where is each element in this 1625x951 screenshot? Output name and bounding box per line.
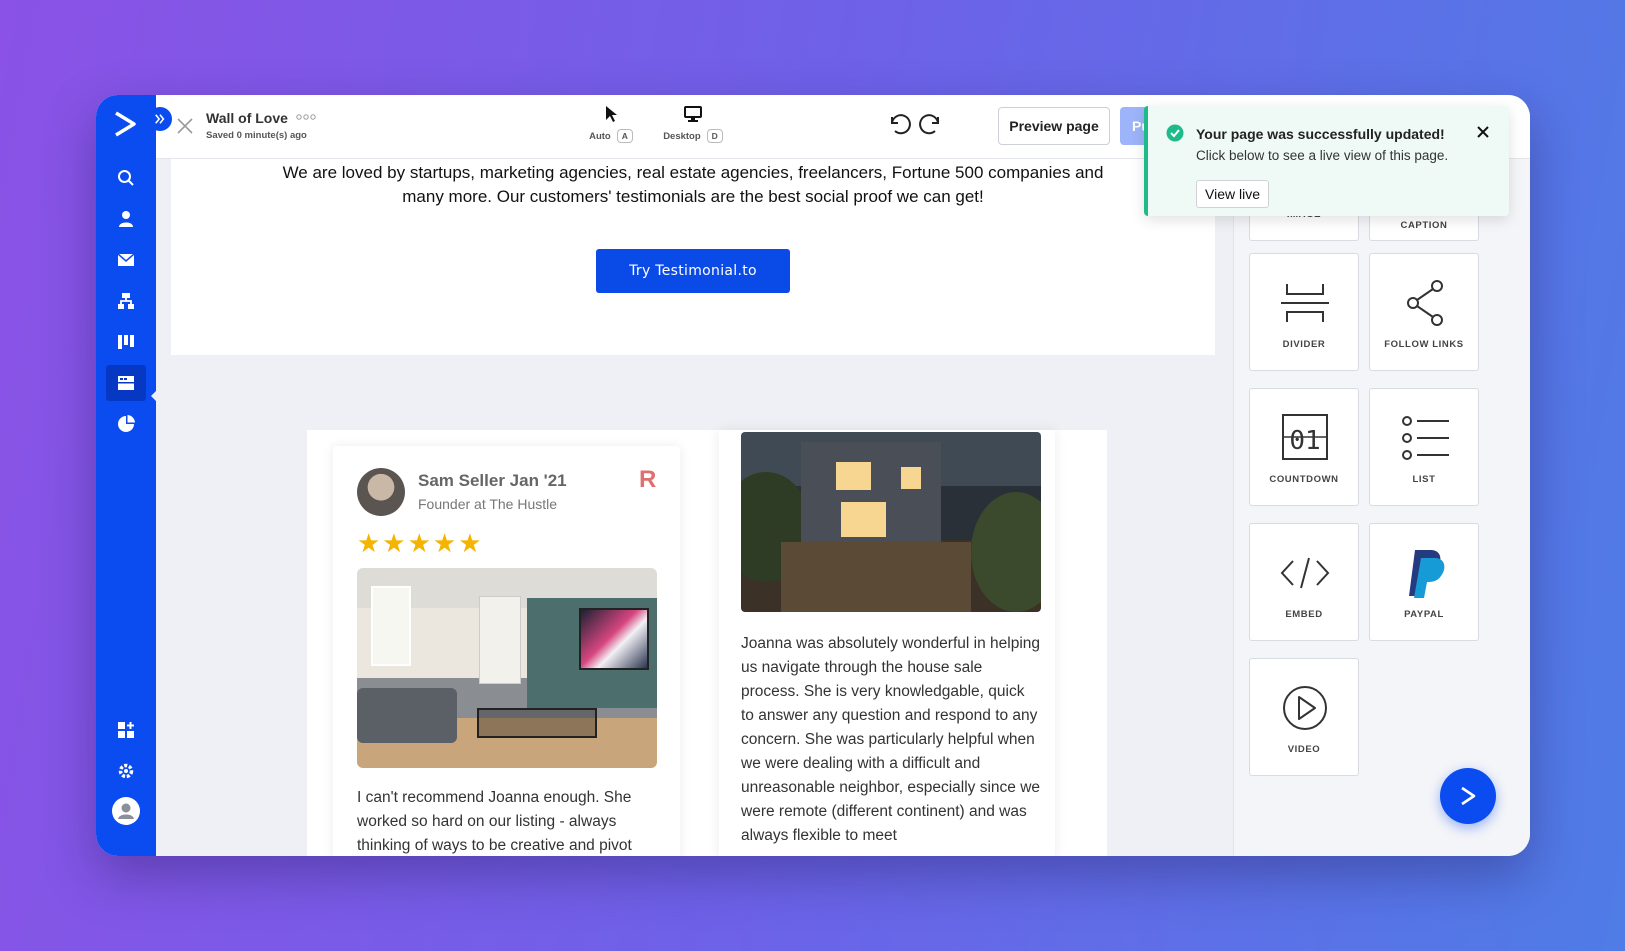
countdown-icon: 01 — [1282, 414, 1328, 460]
list-icon — [1402, 416, 1449, 460]
save-status: Saved 0 minute(s) ago — [206, 130, 307, 141]
block-follow-links-label: FOLLOW LINKS — [1384, 339, 1464, 350]
apps-icon[interactable] — [106, 712, 146, 748]
assistant-button[interactable] — [1440, 768, 1496, 824]
view-live-button[interactable]: View live — [1196, 180, 1269, 208]
testimonial-card[interactable]: Sam Seller Jan '21 Founder at The Hustle… — [333, 446, 680, 856]
divider-icon — [1281, 284, 1329, 322]
undo-icon[interactable] — [886, 111, 912, 137]
cursor-icon — [606, 106, 617, 122]
block-paypal[interactable]: PAYPAL — [1369, 523, 1479, 641]
block-countdown[interactable]: 01 COUNTDOWN — [1249, 388, 1359, 506]
paypal-icon — [1409, 550, 1445, 598]
author-role: Founder at The Hustle — [418, 496, 558, 512]
block-embed-label: EMBED — [1285, 609, 1323, 620]
mode-auto-key: A — [616, 129, 633, 143]
logo-icon[interactable] — [110, 109, 140, 139]
toast-message: Click below to see a live view of this p… — [1196, 148, 1449, 163]
block-follow-links[interactable]: FOLLOW LINKS — [1369, 253, 1479, 371]
more-options-icon[interactable] — [296, 114, 316, 120]
house-photo — [741, 432, 1041, 612]
mode-desktop-key: D — [706, 129, 723, 143]
close-icon[interactable] — [1475, 124, 1491, 140]
living-room-photo — [357, 568, 657, 768]
page-canvas: We are loved by startups, marketing agen… — [156, 159, 1233, 856]
mode-auto-label: Auto — [589, 131, 611, 142]
author-name: Sam Seller Jan '21 — [418, 471, 567, 490]
pipeline-icon[interactable] — [106, 324, 146, 360]
chevron-double-right-icon — [155, 114, 165, 124]
close-icon[interactable] — [176, 117, 194, 135]
block-video-label: VIDEO — [1287, 744, 1321, 755]
search-icon[interactable] — [106, 160, 146, 196]
email-icon[interactable] — [106, 242, 146, 278]
expand-sidebar-button[interactable] — [148, 107, 172, 131]
check-circle-icon — [1166, 124, 1184, 142]
star-rating: ★★★★★ — [357, 528, 484, 558]
testimonial-wall: Sam Seller Jan '21 Founder at The Hustle… — [307, 430, 1107, 856]
block-divider[interactable]: DIVIDER — [1249, 253, 1359, 371]
redo-icon[interactable] — [918, 111, 944, 137]
account-icon[interactable] — [106, 791, 146, 831]
mode-desktop-label: Desktop — [663, 131, 701, 142]
mode-desktop[interactable]: Desktop D — [656, 105, 730, 143]
avatar — [357, 468, 405, 516]
blocks-panel: IMAGE IMAGE & CAPTION DIVIDER FOLLOW LIN… — [1233, 123, 1530, 856]
contacts-icon[interactable] — [106, 201, 146, 237]
block-list-label: LIST — [1412, 474, 1436, 485]
block-list[interactable]: LIST — [1369, 388, 1479, 506]
automation-icon[interactable] — [106, 283, 146, 319]
preview-page-button[interactable]: Preview page — [998, 107, 1110, 145]
mode-auto[interactable]: Auto A — [581, 105, 641, 143]
monitor-icon — [684, 106, 702, 122]
share-icon — [1407, 280, 1443, 326]
try-testimonial-button[interactable]: Try Testimonial.to — [596, 249, 790, 293]
testimonial-quote: I can't recommend Joanna enough. She wor… — [357, 789, 632, 854]
testimonial-card[interactable]: Joanna was absolutely wonderful in helpi… — [719, 430, 1055, 856]
chevron-right-icon — [1461, 786, 1476, 806]
toast-title: Your page was successfully updated! — [1196, 126, 1445, 142]
reports-icon[interactable] — [106, 406, 146, 442]
code-icon — [1280, 557, 1330, 589]
settings-icon[interactable] — [106, 753, 146, 789]
block-video[interactable]: VIDEO — [1249, 658, 1359, 776]
left-nav-rail — [96, 95, 156, 856]
success-toast: Your page was successfully updated! Clic… — [1144, 106, 1509, 216]
hero-section[interactable]: We are loved by startups, marketing agen… — [171, 159, 1215, 355]
play-icon — [1283, 686, 1327, 730]
testimonial-quote: Joanna was absolutely wonderful in helpi… — [741, 635, 1041, 844]
source-logo: R — [639, 466, 657, 493]
block-embed[interactable]: EMBED — [1249, 523, 1359, 641]
hero-text[interactable]: We are loved by startups, marketing agen… — [261, 161, 1125, 209]
page-title[interactable]: Wall of Love — [206, 110, 288, 126]
app-window: Wall of Love Saved 0 minute(s) ago Auto A… — [96, 95, 1530, 856]
block-divider-label: DIVIDER — [1282, 339, 1326, 350]
block-paypal-label: PAYPAL — [1404, 609, 1444, 620]
block-countdown-label: COUNTDOWN — [1269, 474, 1339, 485]
svg-text:01: 01 — [1289, 426, 1320, 456]
pages-icon[interactable] — [106, 365, 146, 401]
